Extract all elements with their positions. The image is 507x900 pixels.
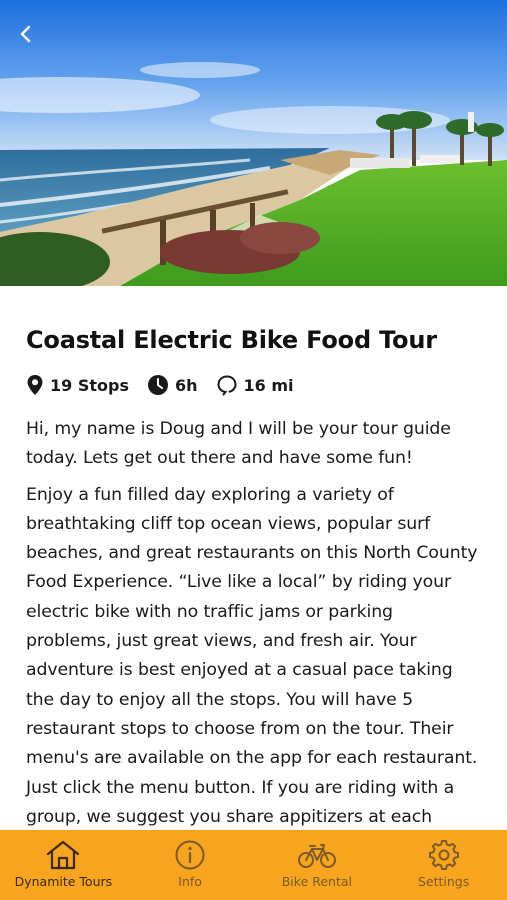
duration-value: 6h bbox=[174, 375, 198, 395]
home-icon bbox=[47, 840, 80, 870]
route-icon bbox=[217, 375, 237, 396]
duration-stat: 6h bbox=[147, 374, 198, 396]
distance-stat: 16 mi bbox=[216, 374, 294, 396]
tour-detail-content[interactable]: Coastal Electric Bike Food Tour 19 Stops… bbox=[0, 286, 507, 830]
bottom-tab-bar: Dynamite Tours Info Bike Rental Settings bbox=[0, 830, 507, 900]
gear-icon bbox=[428, 840, 459, 870]
tab-settings[interactable]: Settings bbox=[380, 830, 507, 900]
clock-icon bbox=[147, 375, 168, 395]
distance-value: 16 mi bbox=[243, 375, 294, 395]
tab-label: Info bbox=[178, 874, 202, 889]
tab-bike-rental[interactable]: Bike Rental bbox=[254, 830, 381, 900]
tab-label: Bike Rental bbox=[281, 874, 353, 889]
tab-label: Dynamite Tours bbox=[14, 874, 113, 889]
hero-image bbox=[0, 0, 507, 286]
tour-title: Coastal Electric Bike Food Tour bbox=[26, 326, 437, 354]
tab-info[interactable]: Info bbox=[127, 830, 254, 900]
tour-stats: 19 Stops 6h 16 mi bbox=[26, 372, 481, 398]
tab-dynamite-tours[interactable]: Dynamite Tours bbox=[0, 830, 127, 900]
bicycle-icon bbox=[297, 844, 336, 868]
back-button[interactable] bbox=[10, 18, 42, 50]
chevron-left-icon bbox=[20, 25, 31, 43]
stops-count: 19 Stops bbox=[50, 375, 129, 395]
tour-intro: Hi, my name is Doug and I will be your t… bbox=[26, 419, 451, 469]
tab-label: Settings bbox=[417, 874, 470, 889]
info-icon bbox=[175, 840, 205, 870]
map-pin-icon bbox=[27, 375, 43, 395]
coastal-park-photo bbox=[0, 0, 507, 286]
stops-stat: 19 Stops bbox=[26, 374, 129, 396]
tour-description: Enjoy a fun filled day exploring a varie… bbox=[26, 484, 478, 827]
